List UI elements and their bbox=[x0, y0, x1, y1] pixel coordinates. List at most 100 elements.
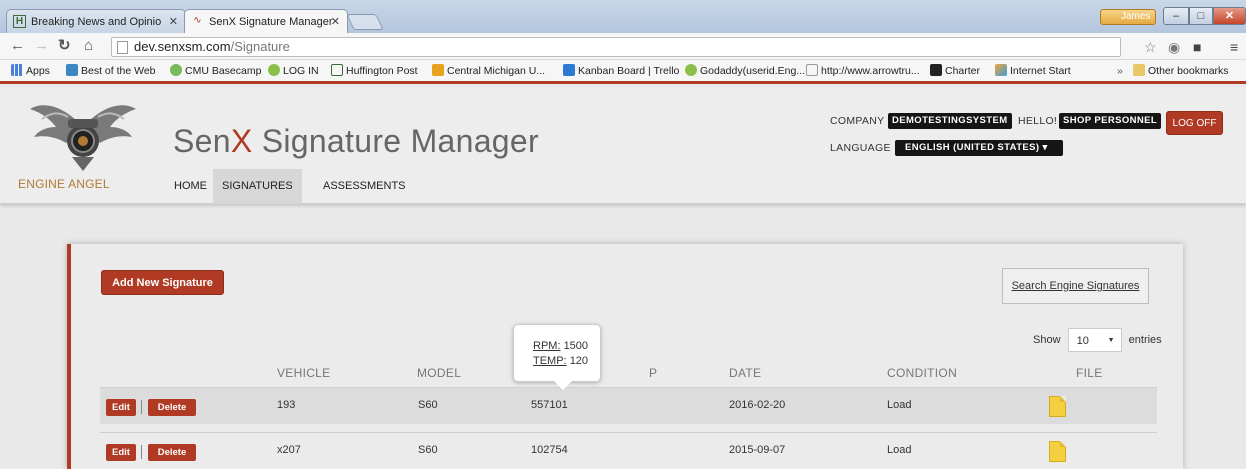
bookmark-other[interactable]: Other bookmarks bbox=[1133, 64, 1229, 78]
tab-label: SenX Signature Manager bbox=[209, 16, 333, 28]
apps-grid-icon bbox=[11, 64, 23, 76]
user-role-badge: SHOP PERSONNEL bbox=[1059, 113, 1162, 129]
column-header-vehicle[interactable]: VEHICLE bbox=[277, 366, 330, 380]
godaddy-icon bbox=[268, 64, 280, 76]
nav-home[interactable]: HOME bbox=[165, 169, 216, 204]
log-off-button[interactable]: LOG OFF bbox=[1166, 111, 1223, 135]
app-title: SenX Signature Manager bbox=[173, 123, 539, 159]
bookmark-internet-start[interactable]: Internet Start bbox=[995, 64, 1071, 78]
nav-assessments[interactable]: ASSESSMENTS bbox=[314, 169, 415, 204]
column-header-condition[interactable]: CONDITION bbox=[887, 366, 957, 380]
maximize-button[interactable]: □ bbox=[1189, 7, 1213, 25]
file-icon[interactable] bbox=[1049, 396, 1066, 417]
edit-button[interactable]: Edit bbox=[106, 399, 136, 416]
basecamp-icon bbox=[170, 64, 182, 76]
delete-button[interactable]: Delete bbox=[148, 444, 196, 461]
language-label: LANGUAGE bbox=[830, 142, 891, 154]
central-michigan-icon bbox=[432, 64, 444, 76]
cell-model: S60 bbox=[418, 444, 438, 456]
bookmark-trello[interactable]: Kanban Board | Trello bbox=[563, 64, 679, 78]
entries-select[interactable]: 10 ▼ bbox=[1067, 328, 1122, 352]
browser-tab-huffington[interactable]: H Breaking News and Opinio ✕ bbox=[6, 9, 186, 33]
menu-icon[interactable]: ≡ bbox=[1230, 39, 1238, 55]
huffington-favicon-icon: H bbox=[13, 15, 26, 28]
reload-icon[interactable]: ↻ bbox=[58, 37, 71, 55]
divider bbox=[141, 445, 142, 459]
close-tab-icon[interactable]: ✕ bbox=[331, 10, 340, 33]
column-header-file[interactable]: FILE bbox=[1076, 366, 1103, 380]
folder-icon bbox=[1133, 64, 1145, 76]
signature-tooltip: RPM: 1500 TEMP: 120 bbox=[513, 324, 601, 390]
logo-caption: ENGINE ANGEL bbox=[18, 177, 110, 191]
cell-signature-id[interactable]: 102754 bbox=[531, 444, 568, 456]
page-size-control: Show 10 ▼ entries bbox=[1033, 328, 1162, 352]
column-header-date[interactable]: DATE bbox=[729, 366, 761, 380]
edit-button[interactable]: Edit bbox=[106, 444, 136, 461]
company-badge: DEMOTESTINGSYSTEM bbox=[888, 113, 1012, 129]
bookmarks-bar: Apps Best of the Web CMU Basecamp LOG IN… bbox=[0, 60, 1246, 84]
bookmark-huffington[interactable]: Huffington Post bbox=[331, 64, 418, 78]
cell-signature-id[interactable]: 557101 bbox=[531, 399, 568, 411]
bookmark-godaddy[interactable]: Godaddy(userid.Eng... bbox=[685, 64, 805, 78]
best-of-web-icon bbox=[66, 64, 78, 76]
tooltip-arrow bbox=[554, 381, 572, 390]
extension-icon[interactable]: ◉ bbox=[1168, 39, 1180, 55]
hello-label: HELLO! bbox=[1018, 115, 1058, 127]
bookmarks-overflow-button[interactable]: » bbox=[1117, 64, 1123, 78]
add-new-signature-button[interactable]: Add New Signature bbox=[101, 270, 224, 295]
cell-vehicle: x207 bbox=[277, 444, 301, 456]
cell-model: S60 bbox=[418, 399, 438, 411]
minimize-button[interactable]: – bbox=[1163, 7, 1189, 25]
entries-label: entries bbox=[1128, 334, 1162, 346]
nav-signatures[interactable]: SIGNATURES bbox=[213, 169, 302, 204]
cell-date: 2015-09-07 bbox=[729, 444, 786, 456]
cell-condition: Load bbox=[887, 399, 912, 411]
column-header-partial[interactable]: P bbox=[649, 366, 657, 380]
engine-angel-logo[interactable] bbox=[28, 97, 138, 175]
delete-button[interactable]: Delete bbox=[148, 399, 196, 416]
back-arrow-icon[interactable]: ← bbox=[10, 37, 25, 55]
table-row: Edit Delete x207 S60 102754 2015-09-07 L… bbox=[100, 432, 1157, 469]
cell-vehicle: 193 bbox=[277, 399, 296, 411]
caret-down-icon: ▾ bbox=[1042, 142, 1048, 153]
bookmark-cmu-basecamp[interactable]: CMU Basecamp bbox=[170, 64, 261, 78]
language-dropdown[interactable]: ENGLISH (UNITED STATES) ▾ bbox=[895, 140, 1063, 156]
godaddy-icon bbox=[685, 64, 697, 76]
bookmark-central-michigan[interactable]: Central Michigan U... bbox=[432, 64, 545, 78]
forward-arrow-icon[interactable]: → bbox=[34, 37, 49, 55]
caret-down-icon: ▼ bbox=[1107, 337, 1115, 344]
bookmark-charter[interactable]: Charter bbox=[930, 64, 980, 78]
cell-condition: Load bbox=[887, 444, 912, 456]
new-tab-button[interactable] bbox=[346, 14, 384, 30]
bookmark-apps[interactable]: Apps bbox=[11, 64, 50, 78]
tooltip-rpm: RPM: 1500 bbox=[533, 340, 589, 352]
internet-start-icon bbox=[995, 64, 1007, 76]
close-tab-icon[interactable]: ✕ bbox=[169, 10, 178, 33]
window-close-button[interactable]: ✕ bbox=[1213, 7, 1246, 25]
huffington-icon bbox=[331, 64, 343, 76]
signature-icon: ∿ bbox=[193, 15, 202, 26]
address-bar: ← → ↻ ⌂ dev.senxsm.com/Signature ☆ ◉ ■ ≡ bbox=[0, 33, 1246, 60]
divider bbox=[141, 400, 142, 414]
tooltip-temp: TEMP: 120 bbox=[533, 355, 589, 367]
bookmark-arrowtru[interactable]: http://www.arrowtru... bbox=[806, 64, 920, 78]
url-input[interactable]: dev.senxsm.com/Signature bbox=[111, 37, 1121, 57]
pocket-icon[interactable]: ■ bbox=[1193, 39, 1201, 55]
table-row: Edit Delete 193 S60 557101 2016-02-20 Lo… bbox=[100, 387, 1157, 424]
trello-icon bbox=[563, 64, 575, 76]
show-label: Show bbox=[1033, 334, 1061, 346]
column-header-model[interactable]: MODEL bbox=[417, 366, 461, 380]
browser-tab-senx[interactable]: ∿ SenX Signature Manager ✕ bbox=[184, 9, 348, 33]
url-path: /Signature bbox=[230, 39, 290, 54]
home-icon[interactable]: ⌂ bbox=[84, 37, 93, 55]
chrome-user-badge[interactable]: James bbox=[1100, 9, 1156, 25]
bookmark-log-in[interactable]: LOG IN bbox=[268, 64, 319, 78]
browser-tabstrip: H Breaking News and Opinio ✕ ∿ SenX Sign… bbox=[0, 0, 1246, 33]
signatures-panel: Add New Signature Search Engine Signatur… bbox=[67, 244, 1183, 469]
bookmark-best-of-web[interactable]: Best of the Web bbox=[66, 64, 156, 78]
star-icon[interactable]: ☆ bbox=[1144, 39, 1157, 55]
cell-date: 2016-02-20 bbox=[729, 399, 786, 411]
url-host: dev.senxsm.com bbox=[134, 39, 231, 54]
search-engine-signatures-link[interactable]: Search Engine Signatures bbox=[1002, 268, 1149, 304]
file-icon[interactable] bbox=[1049, 441, 1066, 462]
